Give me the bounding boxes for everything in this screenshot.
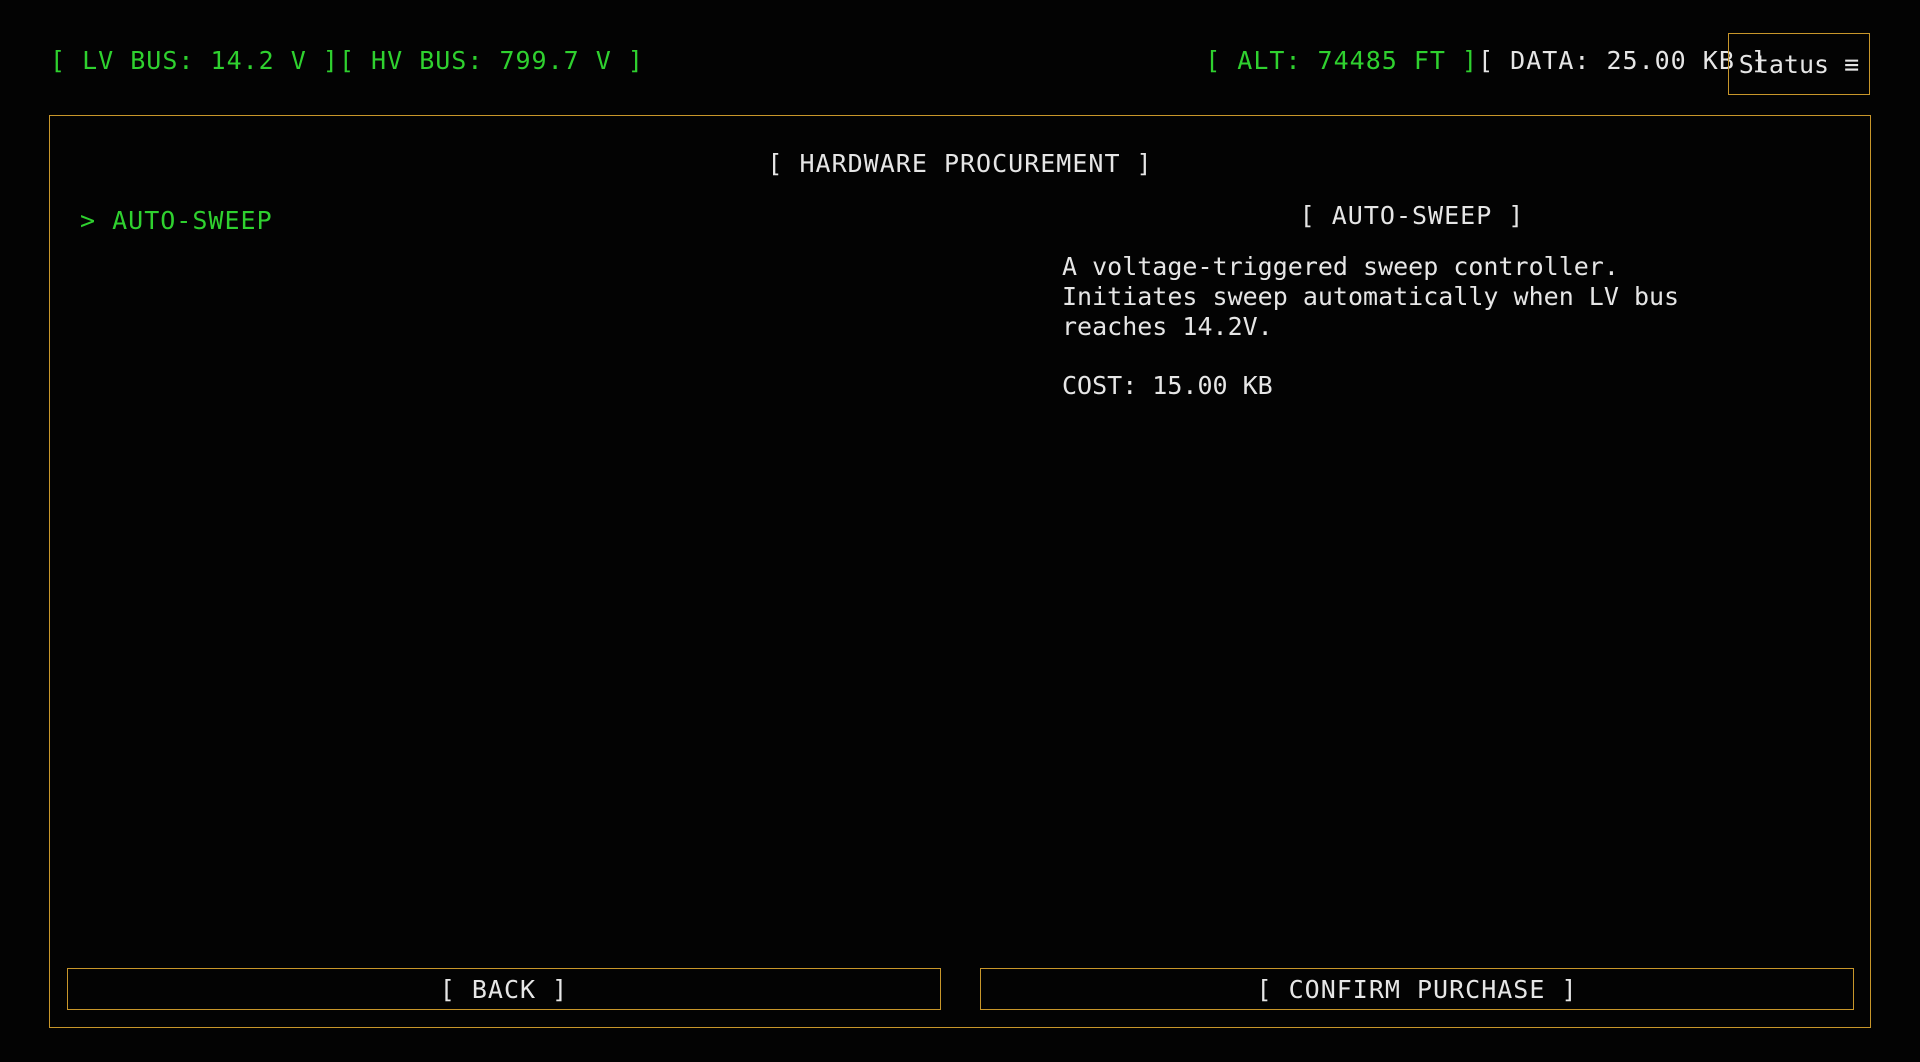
procurement-panel: [ HARDWARE PROCUREMENT ] > AUTO-SWEEP [ … [49,115,1871,1028]
panel-title: [ HARDWARE PROCUREMENT ] [767,149,1153,178]
topbar-left: [ LV BUS: 14.2 V ][ HV BUS: 799.7 V ] [50,46,644,75]
item-detail: [ AUTO-SWEEP ] A voltage-triggered sweep… [1062,201,1842,400]
detail-title: [ AUTO-SWEEP ] [1299,201,1525,230]
topbar-right: [ ALT: 74485 FT ][ DATA: 25.00 KB ] [1205,46,1767,75]
data-readout: [ DATA: 25.00 KB ] [1478,46,1767,75]
hv-bus-readout: [ HV BUS: 799.7 V ] [338,46,644,75]
back-button[interactable]: [ BACK ] [67,968,941,1010]
list-item-auto-sweep[interactable]: > AUTO-SWEEP [80,206,273,235]
altitude-readout: [ ALT: 74485 FT ] [1205,46,1479,75]
item-list: > AUTO-SWEEP [80,206,273,235]
detail-cost: COST: 15.00 KB [1062,371,1273,400]
confirm-purchase-button[interactable]: [ CONFIRM PURCHASE ] [980,968,1854,1010]
status-menu-button[interactable]: Status ≡ [1728,33,1870,95]
lv-bus-readout: [ LV BUS: 14.2 V ] [50,46,339,75]
detail-description: A voltage-triggered sweep controller. In… [1062,252,1680,341]
